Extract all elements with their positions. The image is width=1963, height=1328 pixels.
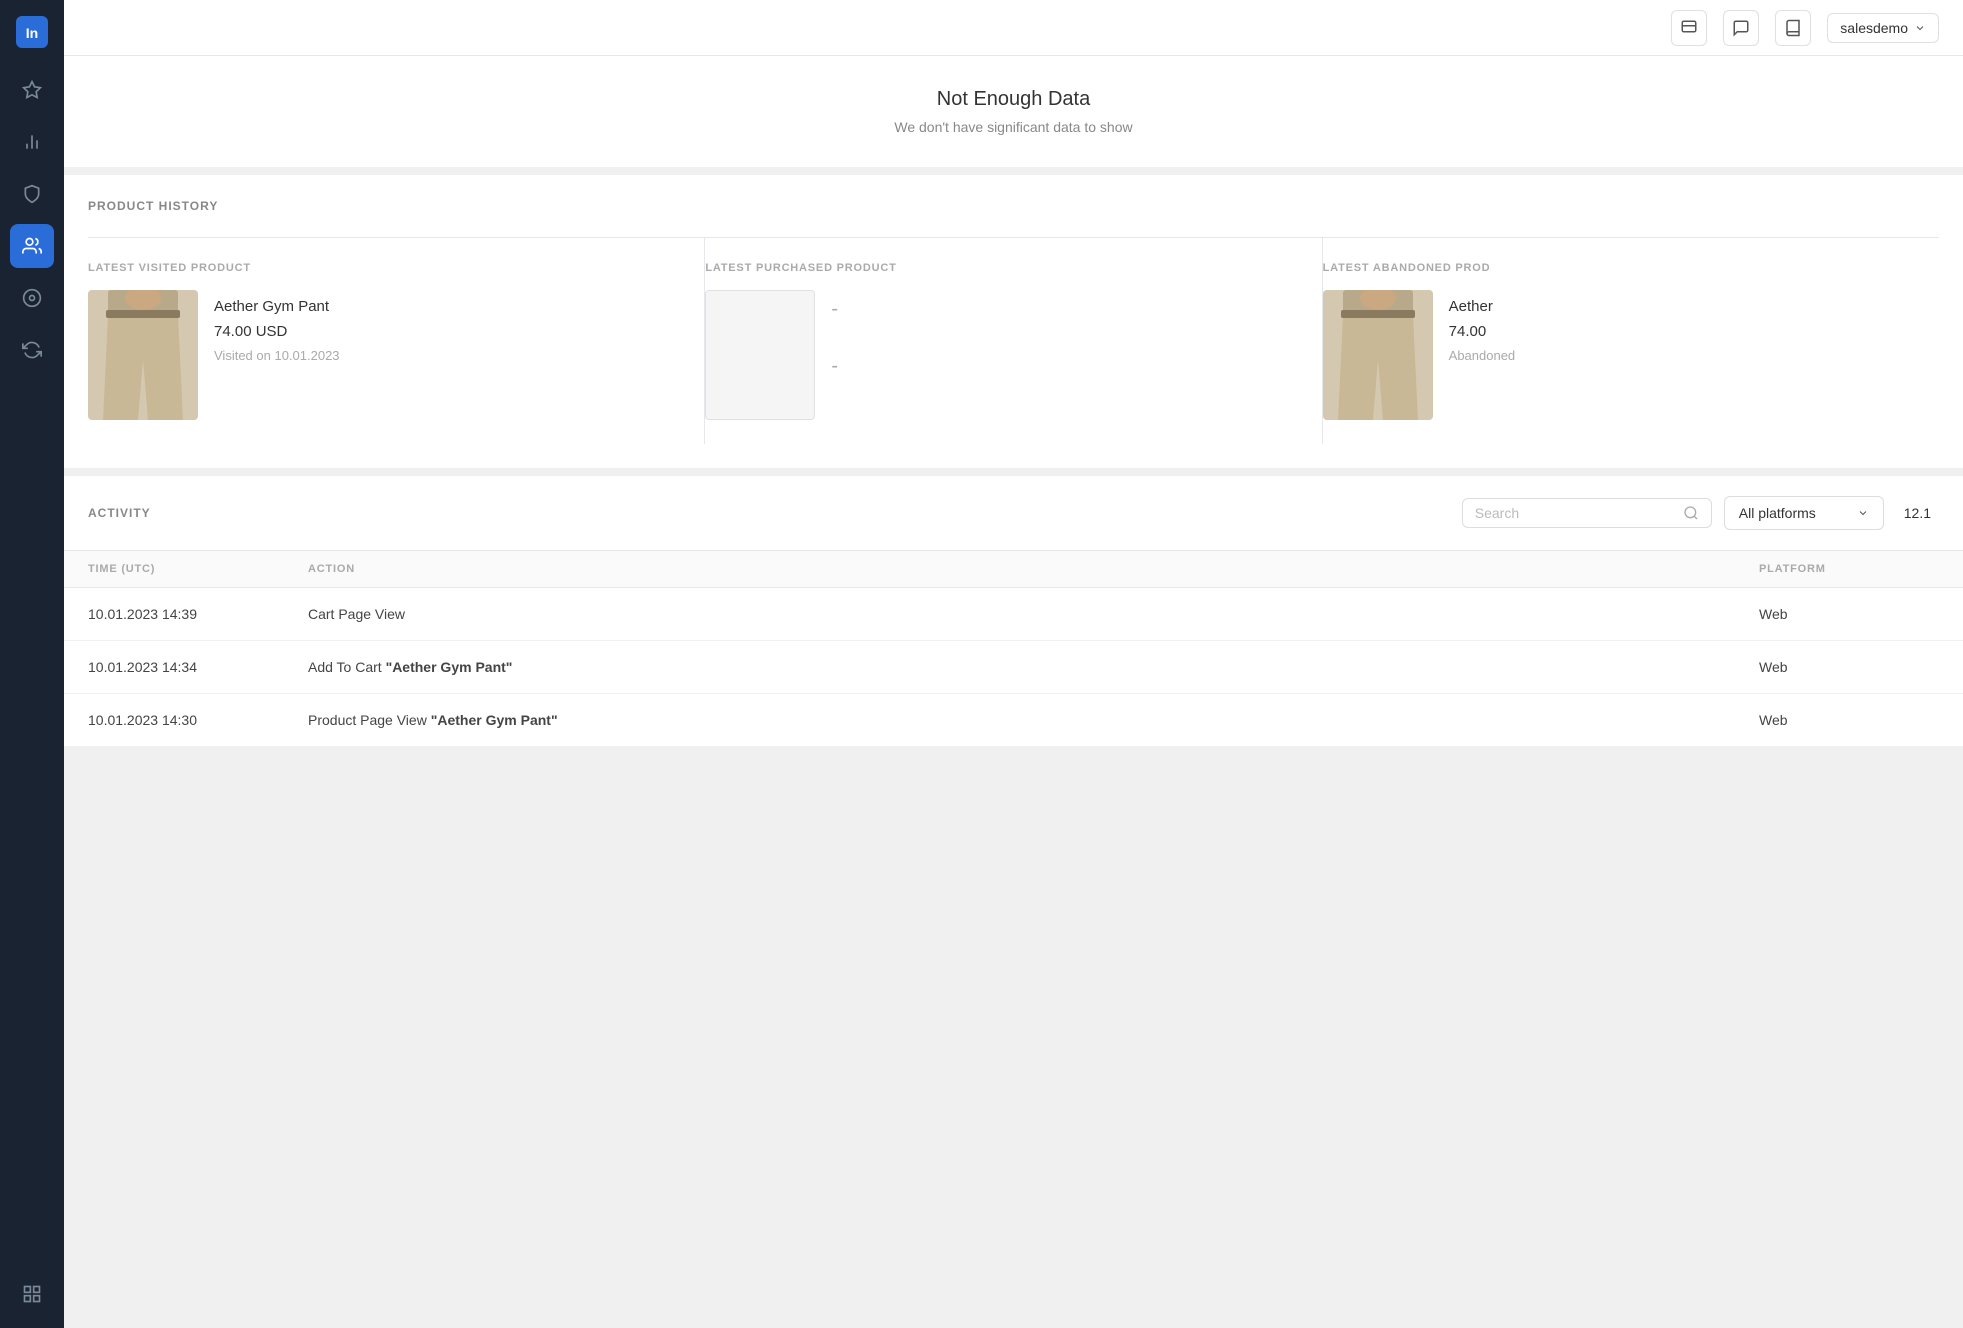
latest-purchased-card: LATEST PURCHASED PRODUCT - - <box>705 238 1322 444</box>
sidebar-logo: In <box>12 12 52 52</box>
latest-purchased-content: - - <box>705 290 1297 420</box>
table-row: 10.01.2023 14:39 Cart Page View Web <box>64 588 1963 641</box>
latest-visited-card: LATEST VISITED PRODUCT <box>88 238 705 444</box>
row-3-action-prefix: Product Page View <box>308 712 431 728</box>
sidebar: In <box>0 0 64 1328</box>
table-header: TIME (UTC) ACTION PLATFORM <box>64 551 1963 588</box>
latest-purchased-price: - <box>831 355 838 378</box>
table-row: 10.01.2023 14:34 Add To Cart "Aether Gym… <box>64 641 1963 694</box>
latest-purchased-label: LATEST PURCHASED PRODUCT <box>705 262 1297 274</box>
content-area: Not Enough Data We don't have significan… <box>64 56 1963 1328</box>
row-2-action-prefix: Add To Cart <box>308 659 386 675</box>
platform-dropdown-label: All platforms <box>1739 505 1816 521</box>
latest-abandoned-image <box>1323 290 1433 420</box>
latest-visited-label: LATEST VISITED PRODUCT <box>88 262 680 274</box>
row-1-action: Cart Page View <box>308 606 1759 622</box>
latest-visited-image <box>88 290 198 420</box>
latest-abandoned-price: 74.00 <box>1449 323 1516 340</box>
sidebar-item-people[interactable] <box>10 224 54 268</box>
sidebar-item-grid[interactable] <box>10 1272 54 1316</box>
latest-abandoned-label: LATEST ABANDONED PROD <box>1323 262 1915 274</box>
page-number: 12.1 <box>1896 497 1939 529</box>
activity-section: ACTIVITY All platforms 12.1 TIME ( <box>64 476 1963 747</box>
chat-icon-button[interactable] <box>1671 10 1707 46</box>
topbar-icon-group: salesdemo <box>1671 10 1939 46</box>
row-1-platform: Web <box>1759 606 1939 622</box>
latest-abandoned-card: LATEST ABANDONED PROD <box>1323 238 1939 444</box>
latest-purchased-info: - - <box>831 290 838 378</box>
latest-abandoned-product-name: Aether <box>1449 298 1516 315</box>
row-3-time: 10.01.2023 14:30 <box>88 712 308 728</box>
latest-purchased-name: - <box>831 298 838 321</box>
book-icon-button[interactable] <box>1775 10 1811 46</box>
search-box[interactable] <box>1462 498 1712 528</box>
latest-abandoned-date: Abandoned <box>1449 348 1516 363</box>
sidebar-item-analytics[interactable] <box>10 120 54 164</box>
activity-title: ACTIVITY <box>88 506 151 520</box>
main-content: salesdemo Not Enough Data We don't have … <box>64 0 1963 1328</box>
activity-table: TIME (UTC) ACTION PLATFORM 10.01.2023 14… <box>64 551 1963 747</box>
row-3-action-bold: "Aether Gym Pant" <box>431 712 558 728</box>
row-1-time: 10.01.2023 14:39 <box>88 606 308 622</box>
platform-column-header: PLATFORM <box>1759 563 1939 575</box>
latest-visited-product-name: Aether Gym Pant <box>214 298 340 315</box>
sidebar-item-location[interactable] <box>10 276 54 320</box>
chevron-down-icon <box>1857 507 1869 519</box>
latest-visited-info: Aether Gym Pant 74.00 USD Visited on 10.… <box>214 290 340 363</box>
row-2-time: 10.01.2023 14:34 <box>88 659 308 675</box>
product-history-title: PRODUCT HISTORY <box>88 199 1939 213</box>
not-enough-data-section: Not Enough Data We don't have significan… <box>64 56 1963 175</box>
search-input[interactable] <box>1475 505 1675 521</box>
svg-text:In: In <box>26 25 38 41</box>
row-1-action-prefix: Cart Page View <box>308 606 405 622</box>
account-label: salesdemo <box>1840 20 1908 36</box>
latest-purchased-image <box>705 290 815 420</box>
activity-controls: All platforms 12.1 <box>1462 496 1939 530</box>
action-column-header: ACTION <box>308 563 1759 575</box>
latest-visited-content: Aether Gym Pant 74.00 USD Visited on 10.… <box>88 290 680 420</box>
time-column-header: TIME (UTC) <box>88 563 308 575</box>
sidebar-item-shield[interactable] <box>10 172 54 216</box>
latest-abandoned-content: Aether 74.00 Abandoned <box>1323 290 1915 420</box>
latest-abandoned-info: Aether 74.00 Abandoned <box>1449 290 1516 363</box>
row-3-action: Product Page View "Aether Gym Pant" <box>308 712 1759 728</box>
table-row: 10.01.2023 14:30 Product Page View "Aeth… <box>64 694 1963 747</box>
platform-dropdown[interactable]: All platforms <box>1724 496 1884 530</box>
message-icon-button[interactable] <box>1723 10 1759 46</box>
row-2-platform: Web <box>1759 659 1939 675</box>
topbar: salesdemo <box>64 0 1963 56</box>
row-2-action-bold: "Aether Gym Pant" <box>386 659 513 675</box>
sidebar-item-star[interactable] <box>10 68 54 112</box>
not-enough-data-subtitle: We don't have significant data to show <box>88 119 1939 135</box>
product-history-section: PRODUCT HISTORY LATEST VISITED PRODUCT <box>64 175 1963 476</box>
product-cards: LATEST VISITED PRODUCT <box>88 237 1939 444</box>
not-enough-data-title: Not Enough Data <box>88 88 1939 111</box>
row-3-platform: Web <box>1759 712 1939 728</box>
latest-visited-price: 74.00 USD <box>214 323 340 340</box>
latest-visited-date: Visited on 10.01.2023 <box>214 348 340 363</box>
row-2-action: Add To Cart "Aether Gym Pant" <box>308 659 1759 675</box>
search-icon <box>1683 505 1699 521</box>
activity-header: ACTIVITY All platforms 12.1 <box>64 476 1963 551</box>
account-dropdown[interactable]: salesdemo <box>1827 13 1939 43</box>
sidebar-item-sync[interactable] <box>10 328 54 372</box>
